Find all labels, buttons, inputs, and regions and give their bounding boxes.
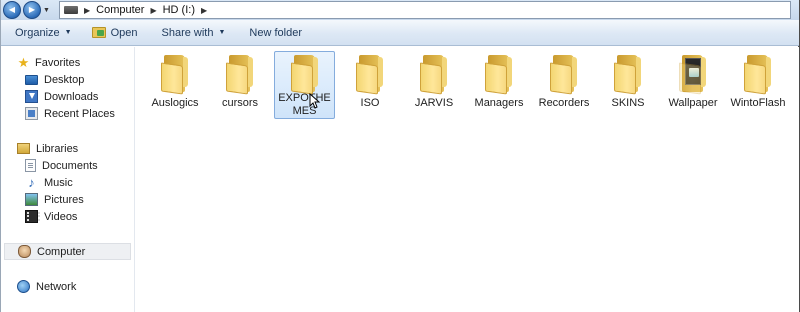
chevron-down-icon: ▼	[64, 29, 72, 36]
videos-icon	[25, 210, 40, 223]
nav-libraries-label: Libraries	[36, 142, 79, 155]
back-arrow-icon: ◀	[8, 5, 16, 14]
drive-icon	[64, 6, 78, 14]
chevron-down-icon: ▼	[218, 29, 226, 36]
mouse-pointer-icon	[309, 93, 321, 109]
folder-name: SKINS	[611, 97, 645, 109]
nav-downloads-label: Downloads	[44, 90, 99, 103]
nav-favorites[interactable]: ★ Favorites	[17, 54, 127, 71]
folder-name: Recorders	[538, 97, 590, 109]
folder-name: Wallpaper	[668, 97, 718, 109]
nav-videos-label: Videos	[44, 210, 78, 223]
back-button[interactable]: ◀	[3, 1, 21, 19]
folder-name: WintoFlash	[730, 97, 786, 109]
nav-music-label: Music	[44, 176, 73, 189]
explorer-window: ◀ ▶ ▼ ▶ Computer ▶ HD (I:) ▶ Organize ▼ …	[0, 0, 800, 312]
address-bar-row: ◀ ▶ ▼ ▶ Computer ▶ HD (I:) ▶	[1, 0, 799, 20]
folder-item[interactable]: SKINS	[598, 52, 658, 118]
folder-image-icon	[679, 55, 707, 95]
navigation-pane: ★ Favorites Desktop Downloads Recent Pla…	[1, 47, 135, 312]
nav-computer[interactable]: Computer	[4, 243, 131, 260]
breadcrumb-separator-icon[interactable]: ▶	[201, 6, 207, 15]
open-button[interactable]: Open	[84, 22, 146, 44]
folder-item[interactable]: cursors	[210, 52, 270, 118]
network-icon	[17, 280, 30, 293]
folder-icon	[550, 55, 578, 95]
nav-network[interactable]: Network	[17, 278, 127, 295]
folder-item[interactable]: Recorders	[534, 52, 594, 118]
folder-item-selected[interactable]: EXPOTHEMES	[274, 51, 335, 119]
folder-icon	[356, 55, 384, 95]
organize-label: Organize	[15, 26, 60, 39]
breadcrumb-computer[interactable]: Computer	[96, 4, 144, 16]
pictures-icon	[25, 193, 38, 206]
folder-item[interactable]: WintoFlash	[728, 52, 788, 118]
breadcrumb-separator-icon[interactable]: ▶	[84, 6, 90, 15]
folder-icon	[744, 55, 772, 95]
new-folder-button[interactable]: New folder	[241, 22, 310, 44]
command-bar: Organize ▼ Open Share with ▼ New folder	[1, 20, 799, 46]
music-icon: ♪	[28, 175, 35, 190]
nav-libraries[interactable]: Libraries	[17, 140, 127, 157]
breadcrumb-drive[interactable]: HD (I:)	[163, 4, 195, 16]
documents-icon	[25, 159, 36, 172]
nav-videos[interactable]: Videos	[25, 208, 129, 225]
desktop-icon	[25, 74, 38, 85]
folder-name: cursors	[221, 97, 259, 109]
share-with-label: Share with	[161, 26, 214, 39]
nav-recent-places-label: Recent Places	[44, 107, 115, 120]
computer-icon	[18, 245, 31, 258]
folder-item[interactable]: JARVIS	[404, 52, 464, 118]
nav-desktop-label: Desktop	[44, 73, 85, 86]
nav-downloads[interactable]: Downloads	[25, 88, 129, 105]
downloads-icon	[25, 90, 38, 103]
folder-item[interactable]: Wallpaper	[663, 52, 723, 118]
forward-arrow-icon: ▶	[28, 5, 36, 14]
folder-icon	[161, 55, 189, 95]
folder-icon	[226, 55, 254, 95]
recent-pages-dropdown-icon[interactable]: ▼	[43, 7, 51, 14]
folder-icon	[290, 55, 319, 95]
share-with-button[interactable]: Share with ▼	[154, 22, 234, 44]
folder-name: JARVIS	[414, 97, 454, 109]
nav-music[interactable]: ♪ Music	[25, 174, 129, 191]
nav-documents-label: Documents	[42, 159, 98, 172]
nav-pictures-label: Pictures	[44, 193, 84, 206]
file-list: Auslogics cursors EXPOTHEMES ISO JARVIS …	[136, 47, 799, 312]
folder-icon	[614, 55, 642, 95]
folder-item[interactable]: Auslogics	[145, 52, 205, 118]
folder-item[interactable]: ISO	[340, 52, 400, 118]
folder-icon	[420, 55, 448, 95]
recent-places-icon	[25, 107, 38, 120]
libraries-icon	[17, 143, 30, 154]
new-folder-label: New folder	[249, 26, 302, 39]
organize-button[interactable]: Organize ▼	[7, 22, 80, 44]
nav-recent-places[interactable]: Recent Places	[25, 105, 129, 122]
nav-favorites-label: Favorites	[35, 56, 81, 69]
folder-name: ISO	[360, 97, 380, 109]
open-label: Open	[110, 26, 138, 39]
folder-name: EXPOTHEMES	[278, 92, 331, 117]
folder-icon	[485, 55, 513, 95]
nav-network-label: Network	[36, 280, 77, 293]
folder-name: Managers	[474, 97, 524, 109]
open-icon	[91, 27, 106, 38]
nav-desktop[interactable]: Desktop	[25, 71, 129, 88]
nav-computer-label: Computer	[37, 245, 86, 258]
forward-button[interactable]: ▶	[23, 1, 41, 19]
star-icon: ★	[17, 55, 30, 70]
nav-documents[interactable]: Documents	[25, 157, 129, 174]
folder-name: Auslogics	[151, 97, 199, 109]
breadcrumb-separator-icon[interactable]: ▶	[150, 6, 156, 15]
folder-item[interactable]: Managers	[469, 52, 529, 118]
nav-pictures[interactable]: Pictures	[25, 191, 129, 208]
address-field[interactable]: ▶ Computer ▶ HD (I:) ▶	[59, 1, 791, 19]
